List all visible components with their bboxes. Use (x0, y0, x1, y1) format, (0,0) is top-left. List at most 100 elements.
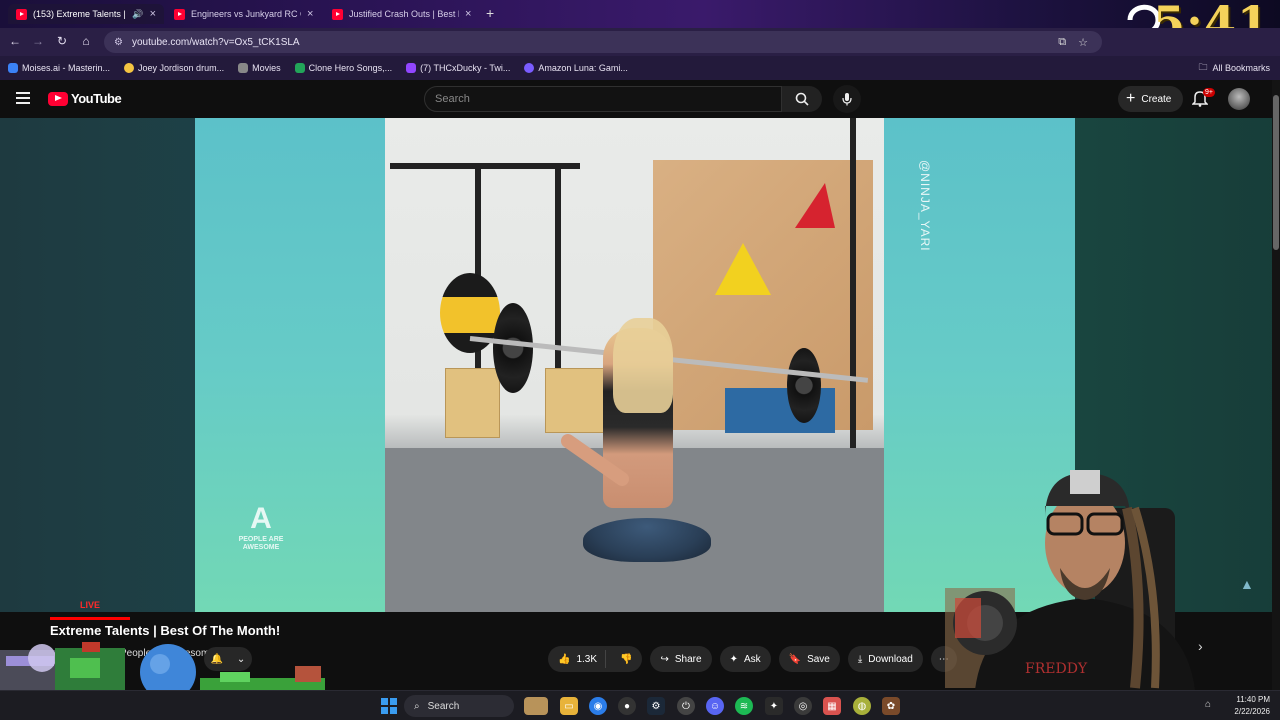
sparkle-icon: ✦ (729, 653, 738, 665)
bookmark-label: Joey Jordison drum... (138, 63, 225, 73)
share-button[interactable]: ↪ Share (650, 646, 712, 672)
home-icon[interactable]: ⌂ (78, 34, 94, 48)
url-text: youtube.com/watch?v=Ox5_tCK1SLA (132, 36, 300, 48)
bookmark-favicon-icon (524, 63, 535, 73)
bookmark-item[interactable]: Moises.ai - Masterin... (8, 63, 110, 73)
menu-icon[interactable] (16, 92, 30, 107)
tab-extreme-talents[interactable]: (153) Extreme Talents | Best 🔊 × (8, 4, 164, 24)
obs-icon[interactable]: ● (618, 697, 636, 715)
widget-icon[interactable] (524, 697, 548, 715)
athlete-hair (613, 318, 673, 413)
thumbs-down-icon: 👎 (620, 653, 633, 665)
svg-text:FREDDY: FREDDY (1025, 661, 1088, 677)
taskbar-search-label: Search (427, 700, 460, 712)
search-icon: ⌕ (414, 700, 420, 712)
chrome-icon[interactable]: ◉ (589, 697, 607, 715)
speaker-icon[interactable]: 🔊 (132, 9, 143, 20)
bookmark-icon: 🔖 (788, 653, 802, 665)
reload-icon[interactable]: ↻ (54, 34, 70, 48)
like-button[interactable]: 👍 1.3K (548, 650, 607, 668)
app-icon[interactable]: ⏻ (677, 697, 695, 715)
windows-taskbar: ⌕ Search ▭ ◉ ● ⚙ ⏻ ☺ ≋ ✦ ◎ ▦ ◍ ✿ ⌂ 11:40… (0, 690, 1280, 720)
brand-text-2: AWESOME (242, 544, 280, 551)
bookmark-label: Movies (252, 63, 281, 73)
ask-button[interactable]: ✦ Ask (719, 646, 771, 672)
download-icon: ⤓ (857, 653, 863, 665)
save-button[interactable]: 🔖 Save (778, 646, 840, 672)
app-icon[interactable]: ✦ (765, 697, 783, 715)
search-button[interactable] (782, 86, 822, 112)
plyo-box (545, 368, 605, 433)
steam-icon[interactable]: ⚙ (647, 697, 665, 715)
url-bar[interactable]: ⚙ youtube.com/watch?v=Ox5_tCK1SLA ⧉ ☆ (104, 31, 1102, 53)
bookmark-item[interactable]: Joey Jordison drum... (124, 63, 224, 73)
taskbar-search[interactable]: ⌕ Search (404, 695, 514, 717)
spotify-icon[interactable]: ≋ (735, 697, 753, 715)
file-explorer-icon[interactable]: ▭ (560, 697, 578, 715)
bosu-ball (583, 518, 711, 562)
save-label: Save (807, 653, 830, 665)
brand-text-1: PEOPLE ARE (238, 536, 284, 543)
new-tab-button[interactable]: + (486, 5, 494, 21)
youtube-logo[interactable]: YouTube (48, 91, 122, 106)
bookmark-label: Moises.ai - Masterin... (22, 63, 111, 73)
pullup-rack (390, 163, 580, 273)
action-bar: 👍 1.3K 👎 ↪ Share ✦ Ask 🔖 Save ⤓ Download… (548, 646, 957, 672)
back-icon[interactable]: ← (7, 34, 23, 48)
close-tab-icon[interactable]: × (465, 8, 471, 20)
tab-title: Engineers vs Junkyard RC Car D (191, 9, 301, 19)
bookmark-label: Clone Hero Songs,... (308, 63, 393, 73)
close-tab-icon[interactable]: × (307, 8, 313, 20)
bookmark-item[interactable]: Amazon Luna: Gami... (524, 63, 628, 73)
site-info-icon[interactable]: ⚙ (114, 37, 124, 48)
like-dislike-button[interactable]: 👍 1.3K 👎 (548, 646, 643, 672)
youtube-favicon-icon (16, 8, 27, 20)
bookmark-star-icon[interactable]: ☆ (1078, 36, 1088, 49)
app-icon[interactable]: ✿ (882, 697, 900, 715)
tab-engineers-vs-junkyard[interactable]: Engineers vs Junkyard RC Car D × (166, 4, 322, 24)
creator-watermark: @NINJA_YARI (918, 160, 932, 252)
app-icon[interactable]: ◎ (794, 697, 812, 715)
app-icon[interactable]: ▦ (823, 697, 841, 715)
voice-search-button[interactable] (833, 85, 861, 113)
rack-post (850, 118, 856, 448)
share-icon: ↪ (660, 653, 669, 665)
all-bookmarks[interactable]: 🗀 All Bookmarks (1198, 56, 1270, 80)
taskbar-clock[interactable]: 11:40 PM 2/22/2026 (1226, 694, 1270, 718)
address-bar-row: ← → ↻ ⌂ ⚙ youtube.com/watch?v=Ox5_tCK1SL… (0, 28, 1280, 56)
discord-icon[interactable]: ☺ (706, 697, 724, 715)
stream-overlay-bar (50, 617, 130, 620)
youtube-favicon-icon (332, 8, 343, 20)
system-tray-icon[interactable]: ⌂ (1205, 699, 1211, 710)
chevron-right-icon[interactable]: › (1198, 638, 1203, 654)
climbing-hold-yellow (715, 243, 771, 295)
dislike-button[interactable]: 👎 (612, 654, 642, 665)
bookmark-item[interactable]: Movies (238, 63, 281, 73)
download-button[interactable]: ⤓ Download (847, 646, 923, 672)
app-icon[interactable]: ◍ (853, 697, 871, 715)
youtube-masthead: YouTube Search + Create 9+ (0, 80, 1280, 118)
close-tab-icon[interactable]: × (150, 8, 156, 20)
create-button[interactable]: + Create (1118, 86, 1184, 112)
scrollbar-thumb[interactable] (1273, 95, 1279, 250)
share-label: Share (674, 653, 702, 665)
weight-plate (493, 303, 533, 393)
brand-mark: A (250, 502, 272, 535)
plyo-box (445, 368, 500, 438)
video-title: Extreme Talents | Best Of The Month! (50, 623, 281, 638)
search-input[interactable]: Search (424, 86, 782, 112)
video-frame[interactable] (385, 118, 884, 612)
bookmark-item[interactable]: (7) THCxDucky - Twi... (406, 63, 510, 73)
microphone-icon (842, 93, 852, 106)
bookmark-item[interactable]: Clone Hero Songs,... (294, 63, 393, 73)
tab-justified-crash-outs[interactable]: Justified Crash Outs | Best Fails × (324, 4, 480, 24)
create-label: Create (1141, 93, 1172, 105)
tab-title: (153) Extreme Talents | Best (33, 9, 126, 19)
youtube-favicon-icon (174, 8, 185, 20)
notification-badge: 9+ (1203, 88, 1215, 97)
windows-start-icon[interactable] (381, 698, 397, 714)
bookmark-favicon-icon (238, 63, 249, 73)
install-app-icon[interactable]: ⧉ (1058, 36, 1066, 49)
forward-icon[interactable]: → (30, 34, 46, 48)
avatar[interactable] (1228, 88, 1250, 110)
